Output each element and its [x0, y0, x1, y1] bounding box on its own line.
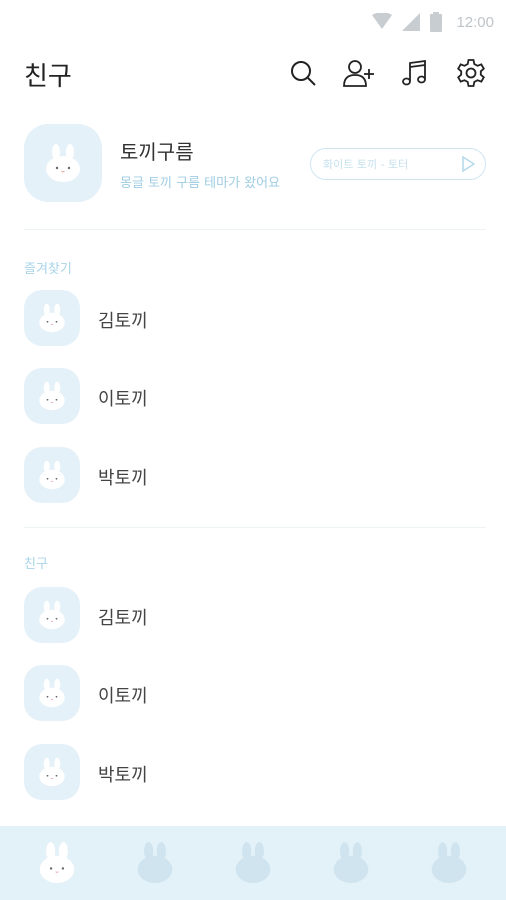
bunny-icon	[39, 381, 65, 411]
header-actions	[286, 56, 488, 90]
avatar	[24, 447, 80, 503]
profile-name: 토끼구름	[120, 140, 194, 164]
friend-row[interactable]: 김토끼	[24, 587, 486, 645]
friend-name: 박토끼	[98, 765, 148, 786]
tab-more[interactable]	[419, 833, 479, 893]
status-time: 12:00	[456, 13, 494, 31]
bunny-icon	[39, 757, 65, 787]
friend-name: 이토끼	[98, 686, 148, 707]
bunny-icon	[39, 600, 65, 630]
friend-row[interactable]: 박토끼	[24, 744, 486, 802]
search-icon	[291, 61, 316, 86]
chats-tab-icon	[137, 842, 173, 883]
profile-music-button[interactable]: 화이트 토끼 - 토터	[310, 148, 486, 180]
bunny-icon	[46, 144, 80, 182]
settings-button[interactable]	[454, 56, 488, 90]
bottom-tab-bar	[0, 826, 506, 900]
friend-row[interactable]: 이토끼	[24, 665, 486, 723]
settings-gear-icon	[457, 59, 485, 87]
page-title: 친구	[24, 62, 72, 92]
my-avatar[interactable]	[24, 124, 102, 202]
avatar	[24, 368, 80, 424]
avatar	[24, 665, 80, 721]
divider	[24, 527, 486, 528]
bunny-icon	[39, 460, 65, 490]
friend-name: 이토끼	[98, 389, 148, 410]
tab-friends[interactable]	[27, 833, 87, 893]
profile-status-message: 몽글 토끼 구름 테마가 왔어요	[120, 176, 281, 191]
search-button[interactable]	[286, 56, 320, 90]
more-tab-icon	[431, 842, 467, 883]
friend-name: 김토끼	[98, 608, 148, 629]
play-icon	[462, 156, 475, 172]
bunny-icon	[39, 678, 65, 708]
battery-icon	[430, 12, 443, 32]
add-friend-icon	[343, 60, 374, 87]
avatar	[24, 290, 80, 346]
avatar	[24, 587, 80, 643]
status-bar: 12:00	[0, 0, 506, 44]
divider	[24, 229, 486, 230]
view-tab-icon	[235, 842, 271, 883]
friends-tab-icon	[39, 842, 75, 883]
avatar	[24, 744, 80, 800]
music-button[interactable]	[398, 56, 432, 90]
favorite-row[interactable]: 박토끼	[24, 447, 486, 505]
friend-name: 김토끼	[98, 311, 148, 332]
profile-music-title: 화이트 토끼 - 토터	[323, 158, 409, 171]
tab-shopping[interactable]	[321, 833, 381, 893]
section-label-friends: 친구	[24, 557, 48, 572]
tab-view[interactable]	[223, 833, 283, 893]
my-profile[interactable]: 토끼구름 몽글 토끼 구름 테마가 왔어요 화이트 토끼 - 토터	[24, 124, 486, 204]
favorite-row[interactable]: 이토끼	[24, 368, 486, 426]
bunny-icon	[39, 303, 65, 333]
section-label-favorites: 즐겨찾기	[24, 262, 72, 277]
music-note-icon	[402, 59, 426, 86]
wifi-icon	[372, 13, 393, 29]
friend-name: 박토끼	[98, 468, 148, 489]
add-friend-button[interactable]	[342, 56, 376, 90]
favorite-row[interactable]: 김토끼	[24, 290, 486, 348]
header: 친구	[0, 52, 506, 96]
signal-icon	[402, 13, 421, 31]
shopping-tab-icon	[333, 842, 369, 883]
tab-chats[interactable]	[125, 833, 185, 893]
